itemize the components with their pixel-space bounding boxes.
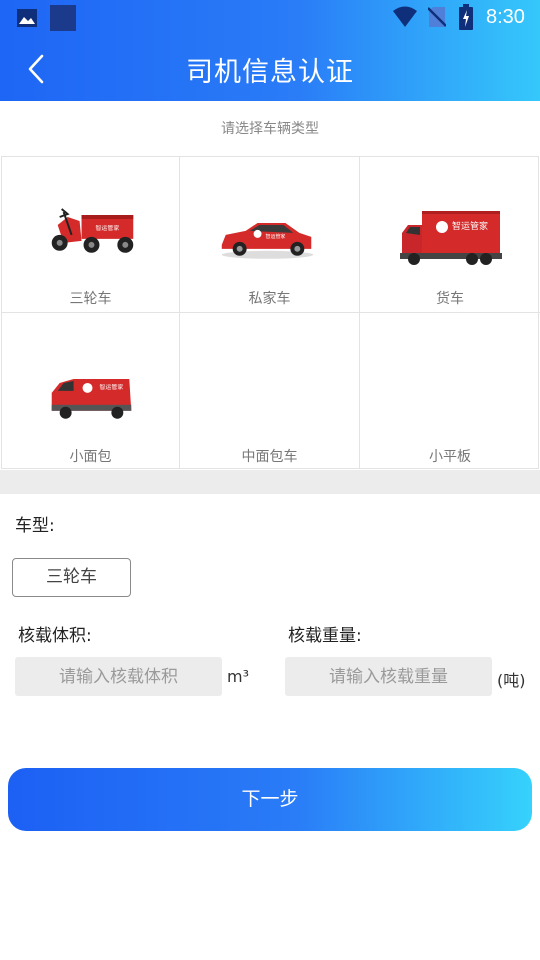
status-time: 8:30 xyxy=(486,6,525,28)
weight-input[interactable] xyxy=(285,657,492,696)
vehicle-logo-text: 智运管家 xyxy=(452,220,488,232)
vehicle-logo-text: 智运管家 xyxy=(95,224,119,232)
vehicle-option-label: 小面包 xyxy=(69,449,112,465)
volume-input[interactable] xyxy=(15,657,222,696)
vehicle-option-label: 私家车 xyxy=(248,291,291,307)
app-square-icon xyxy=(50,5,76,31)
volume-label: 核载体积: xyxy=(18,626,92,646)
vehicle-option-label: 中面包车 xyxy=(241,449,298,465)
volume-unit: m³ xyxy=(227,667,249,686)
weight-label: 核载重量: xyxy=(288,626,362,646)
app-header: 8:30 司机信息认证 xyxy=(0,0,540,101)
section-divider xyxy=(0,470,540,494)
vehicle-option-sedan[interactable]: 智运管家 私家车 xyxy=(180,157,360,313)
vehicle-option-small-flatbed[interactable]: 小平板 xyxy=(360,313,540,469)
truck-image: 智运管家 xyxy=(400,211,502,265)
vehicle-type-label: 车型: xyxy=(15,516,55,536)
sedan-image: 智运管家 xyxy=(221,222,314,259)
vehicle-option-mid-van[interactable]: 中面包车 xyxy=(180,313,360,469)
vehicle-logo-text: 智运管家 xyxy=(266,233,286,240)
vehicle-option-label: 货车 xyxy=(436,291,464,307)
vehicle-option-tricycle[interactable]: 智运管家 三轮车 xyxy=(2,157,180,313)
vehicle-option-minivan[interactable]: 智运管家 小面包 xyxy=(2,313,180,469)
vehicle-logo-text: 智运管家 xyxy=(99,383,123,391)
tricycle-image: 智运管家 xyxy=(51,208,134,253)
page-title: 司机信息认证 xyxy=(186,57,354,88)
vehicle-type-hint: 请选择车辆类型 xyxy=(221,121,319,137)
vehicle-option-label: 三轮车 xyxy=(69,291,112,307)
status-bar: 8:30 xyxy=(0,0,540,36)
photo-icon xyxy=(17,9,37,27)
vehicle-option-truck[interactable]: 智运管家 货车 xyxy=(360,157,540,313)
battery-icon xyxy=(459,4,473,30)
weight-unit: (吨) xyxy=(497,671,526,690)
no-sim-icon xyxy=(428,7,446,27)
minivan-image: 智运管家 xyxy=(51,378,132,419)
selected-vehicle-type[interactable]: 三轮车 xyxy=(12,558,131,597)
vehicle-option-label: 小平板 xyxy=(429,449,471,465)
wifi-icon xyxy=(393,6,417,27)
vehicle-type-grid: 智运管家 三轮车 智运管家 私家车 智运管家 货车 智运管家 小面包 中面包车 … xyxy=(1,156,540,469)
next-step-button[interactable]: 下一步 xyxy=(8,768,532,831)
